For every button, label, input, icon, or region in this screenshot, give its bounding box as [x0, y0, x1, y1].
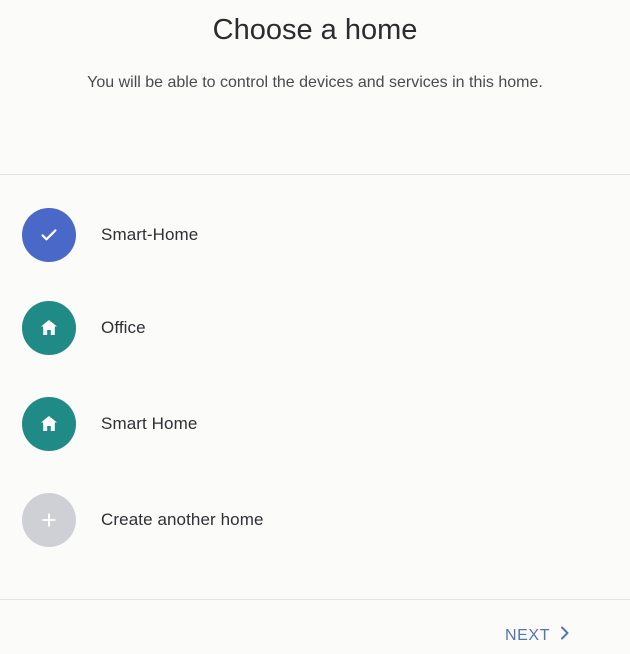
- create-home-label: Create another home: [101, 510, 264, 529]
- home-item-smart-home[interactable]: Smart-Home: [22, 207, 198, 263]
- bottom-divider: [0, 599, 630, 600]
- home-icon: [41, 320, 57, 335]
- next-label: NEXT: [505, 626, 551, 644]
- home-avatar: [22, 301, 76, 355]
- home-item-smart-home-2[interactable]: Smart Home: [22, 396, 197, 452]
- selected-avatar: [22, 208, 76, 262]
- next-button[interactable]: NEXT: [505, 626, 570, 645]
- top-divider: [0, 174, 630, 175]
- page-title: Choose a home: [212, 14, 418, 46]
- page-subtitle: You will be able to control the devices …: [87, 74, 543, 91]
- home-avatar: [22, 397, 76, 451]
- create-home-item[interactable]: Create another home: [22, 492, 264, 548]
- home-item-office[interactable]: Office: [22, 300, 146, 356]
- home-label: Office: [101, 318, 146, 337]
- home-label: Smart Home: [101, 414, 198, 433]
- create-home-avatar: [22, 493, 76, 547]
- chevron-right-icon: [560, 626, 570, 645]
- header: Choose a home You will be able to contro…: [0, 10, 630, 97]
- home-icon: [41, 416, 57, 431]
- home-label: Smart-Home: [101, 225, 199, 244]
- check-icon: [41, 229, 57, 241]
- plus-icon: [42, 513, 56, 527]
